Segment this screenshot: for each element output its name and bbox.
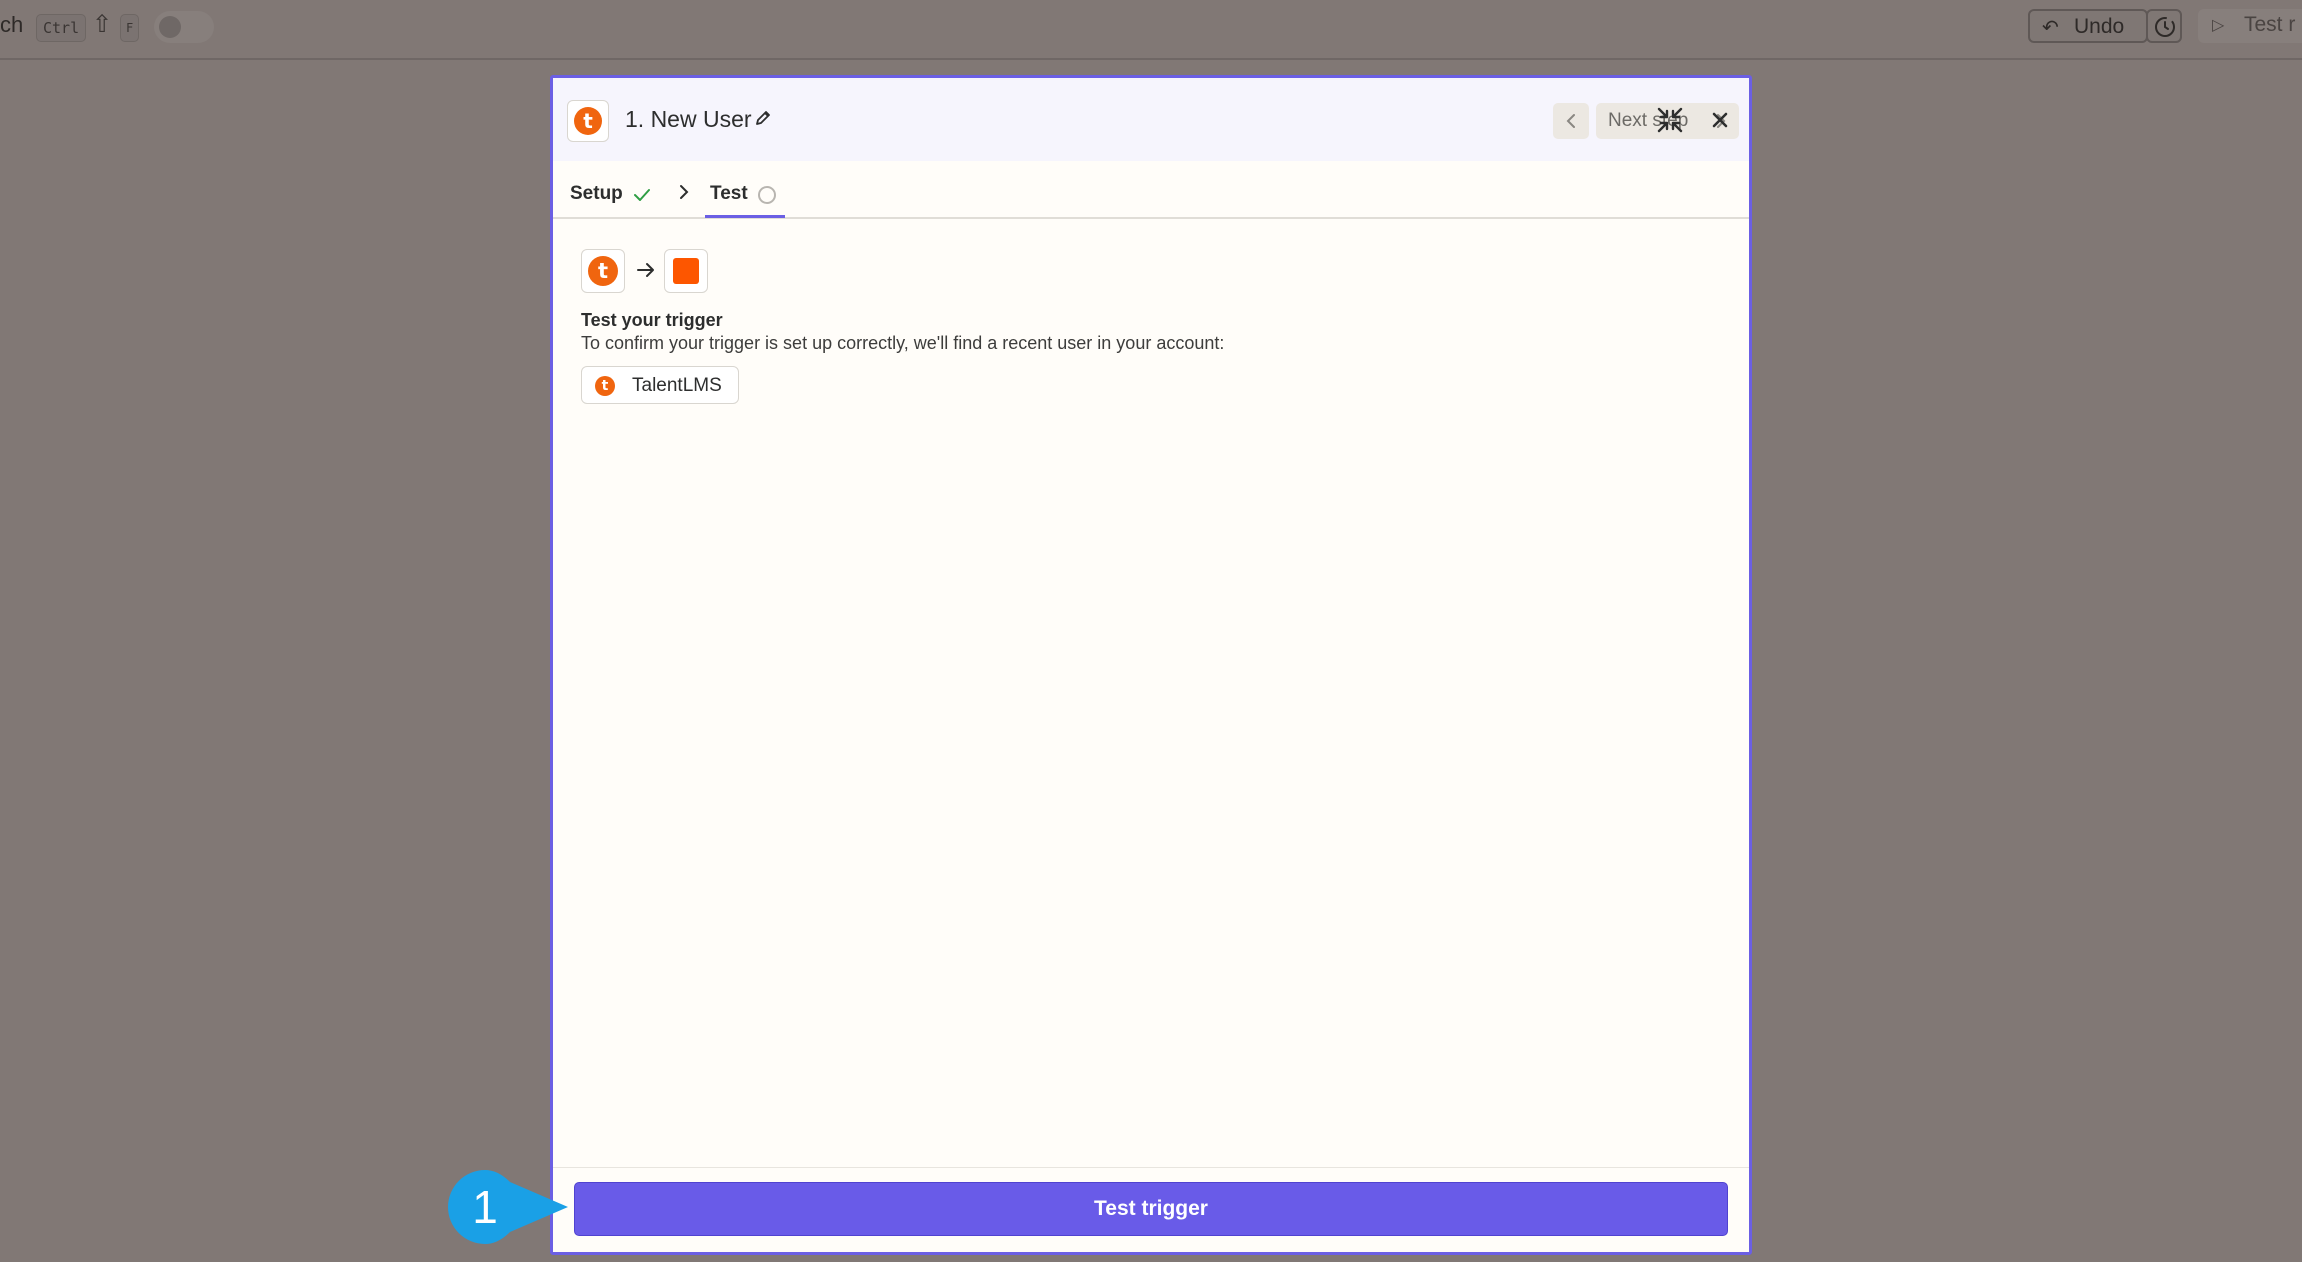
section-title: Test your trigger	[581, 310, 723, 330]
history-button[interactable]	[2146, 9, 2182, 43]
search-label-fragment: ch	[0, 12, 24, 37]
previous-step-button[interactable]	[1553, 103, 1589, 139]
collapse-icon[interactable]	[1655, 105, 1685, 135]
app-chip-label: TalentLMS	[632, 375, 722, 396]
tab-setup[interactable]: Setup	[570, 183, 623, 205]
app-logo: t	[567, 100, 609, 142]
step-marker-number: 1	[472, 1181, 498, 1233]
test-run-label: Test r	[2244, 13, 2296, 36]
active-tab-indicator	[705, 215, 785, 218]
destination-app-logo	[664, 249, 708, 293]
step-editor-modal: t 1. New User Next step Setup Test t Tes…	[550, 75, 1752, 1255]
test-run-button[interactable]: ▷ Test r	[2198, 9, 2302, 43]
shortcut-key-shift: ⇧	[92, 11, 113, 38]
top-toolbar: ch Ctrl ⇧ F ↶ Undo ▷ Test r	[0, 0, 2302, 60]
section-description: To confirm your trigger is set up correc…	[581, 333, 1225, 353]
shortcut-key-ctrl: Ctrl	[36, 14, 87, 42]
play-icon: ▷	[2212, 17, 2225, 34]
talentlms-logo-icon: t	[595, 376, 615, 396]
source-app-logo: t	[581, 249, 625, 293]
talentlms-logo-icon: t	[588, 256, 618, 286]
close-icon[interactable]	[1708, 108, 1732, 132]
arrow-right-icon	[637, 263, 654, 277]
shortcut-key-f: F	[120, 14, 140, 42]
chevron-right-icon	[680, 185, 689, 199]
check-icon	[634, 189, 650, 201]
modal-footer: Test trigger	[553, 1167, 1749, 1252]
square-icon	[673, 258, 699, 284]
modal-header: t 1. New User Next step	[553, 78, 1749, 161]
pencil-icon[interactable]	[753, 108, 773, 128]
step-marker: 1	[448, 1170, 568, 1244]
history-icon	[2155, 17, 2175, 37]
tab-test[interactable]: Test	[710, 183, 748, 205]
chevron-left-icon	[1566, 114, 1575, 128]
step-tabs: Setup Test	[553, 161, 1749, 219]
undo-button[interactable]: ↶ Undo	[2028, 9, 2148, 43]
toggle-switch[interactable]	[154, 11, 214, 43]
toggle-knob	[159, 16, 181, 38]
undo-icon: ↶	[2042, 17, 2059, 39]
undo-label: Undo	[2074, 15, 2125, 38]
app-chip: t TalentLMS	[581, 366, 739, 404]
pending-circle-icon	[758, 186, 776, 204]
test-trigger-button[interactable]: Test trigger	[574, 1182, 1728, 1236]
talentlms-logo-icon: t	[574, 107, 602, 135]
step-title: 1. New User	[625, 106, 752, 132]
